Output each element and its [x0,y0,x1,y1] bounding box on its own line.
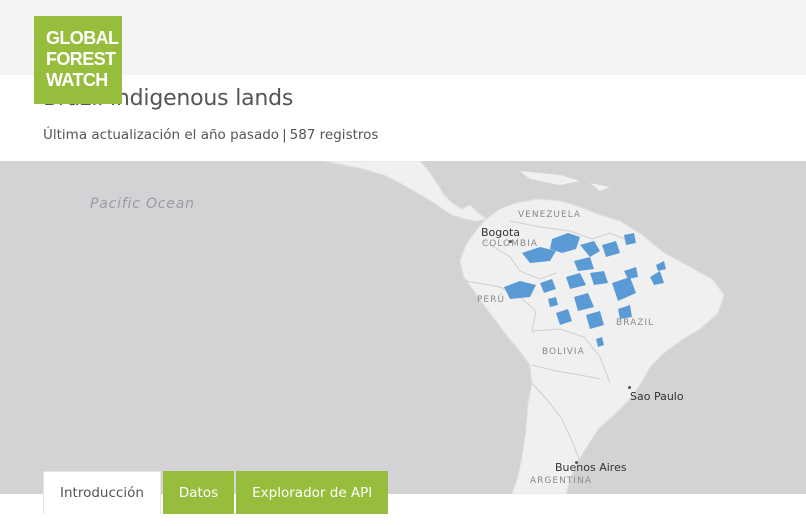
logo-line-1: GLOBAL [46,28,119,48]
country-label-bolivia: BOLIVIA [542,347,585,357]
land-central-america [324,161,488,222]
ocean-label: Pacific Ocean [90,196,195,212]
dataset-meta: Última actualización el año pasado | 587 r… [43,127,378,143]
city-label-sao-paulo: Sao Paulo [630,390,684,403]
tab-datos[interactable]: Datos [162,471,235,514]
dataset-tabs: Introducción Datos Explorador de API [43,471,389,514]
tab-api-explorer[interactable]: Explorador de API [236,471,389,514]
country-label-brazil: BRAZIL [616,318,655,328]
record-count: 587 registros [289,127,379,143]
land-caribbean-islands [520,171,610,191]
country-label-peru: PERÚ [477,295,505,305]
city-label-bogota: Bogota [481,226,521,239]
gfw-logo[interactable]: GLOBAL FOREST WATCH [34,16,122,104]
meta-separator: | [282,127,287,143]
city-label-buenos-aires: Buenos Aires [555,461,627,474]
map-preview[interactable]: Pacific Ocean VENEZUELA COLOMBIA PERÚ BR… [0,161,806,494]
city-marker-bogota [509,240,512,243]
city-marker-sao-paulo [628,386,631,389]
country-label-venezuela: VENEZUELA [518,210,582,220]
tab-introduccion[interactable]: Introducción [43,471,161,514]
country-label-argentina: ARGENTINA [530,476,592,486]
logo-line-3: WATCH [46,70,108,90]
last-updated: Última actualización el año pasado [43,127,280,143]
logo-line-2: FOREST [46,49,116,69]
